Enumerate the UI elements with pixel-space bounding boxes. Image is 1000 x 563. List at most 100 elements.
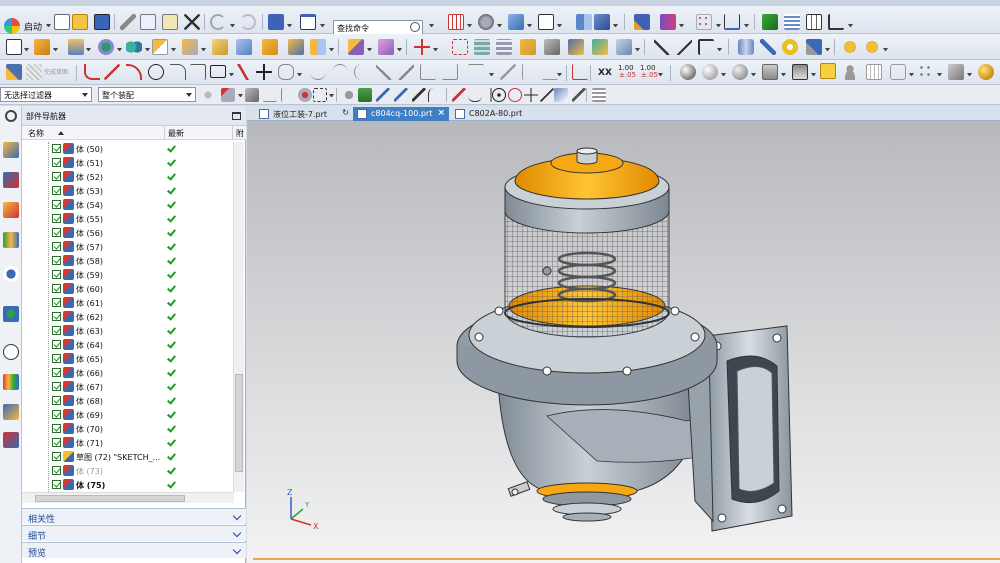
dots-icon[interactable] bbox=[918, 64, 934, 80]
snap-bounded-icon[interactable] bbox=[592, 88, 606, 102]
maximize-icon[interactable] bbox=[232, 112, 241, 120]
snap-pole-icon[interactable] bbox=[540, 88, 554, 102]
horizontal-scrollbar[interactable] bbox=[22, 492, 234, 503]
visibility-checkbox[interactable] bbox=[52, 312, 61, 321]
datum-icon[interactable] bbox=[68, 39, 84, 55]
close-icon[interactable]: × bbox=[437, 108, 445, 118]
offset-curve-icon[interactable] bbox=[278, 64, 294, 80]
blank-icon[interactable] bbox=[544, 39, 560, 55]
curve-rule-icon[interactable] bbox=[263, 88, 277, 102]
snap-endpoint-icon[interactable] bbox=[358, 88, 372, 102]
save-icon[interactable] bbox=[94, 14, 110, 30]
column-name[interactable]: 名称 bbox=[28, 128, 44, 139]
extend-curve-icon[interactable] bbox=[398, 64, 414, 80]
extract-curve-icon[interactable] bbox=[698, 39, 714, 55]
visibility-checkbox[interactable] bbox=[52, 214, 61, 223]
open-folder-icon[interactable] bbox=[72, 14, 88, 30]
tree-row[interactable]: 体 (73) bbox=[22, 464, 234, 478]
visibility-checkbox[interactable] bbox=[52, 438, 61, 447]
snap-on-curve-icon[interactable] bbox=[572, 88, 586, 102]
corner-icon[interactable] bbox=[420, 64, 436, 80]
vertical-scrollbar[interactable] bbox=[233, 142, 244, 492]
show-constraints-icon[interactable] bbox=[542, 64, 558, 80]
coins-stack-icon[interactable] bbox=[864, 39, 880, 55]
edge-blend-icon[interactable] bbox=[152, 39, 168, 55]
face-rule-icon[interactable] bbox=[281, 88, 295, 102]
draft-analysis-icon[interactable] bbox=[828, 14, 844, 30]
circle-icon[interactable] bbox=[148, 64, 164, 80]
background-icon[interactable] bbox=[538, 14, 554, 30]
reuse-library-icon[interactable] bbox=[3, 232, 19, 248]
move-object-icon[interactable] bbox=[414, 39, 430, 55]
grid-plane-icon[interactable] bbox=[866, 64, 882, 80]
visibility-checkbox[interactable] bbox=[52, 466, 61, 475]
visibility-checkbox[interactable] bbox=[52, 326, 61, 335]
tree-row[interactable]: 草图 (72) "SKETCH_... bbox=[22, 450, 234, 464]
chamfer-sketch-icon[interactable] bbox=[190, 64, 206, 80]
window-icon[interactable] bbox=[300, 14, 316, 30]
tree-row[interactable]: 体 (65) bbox=[22, 352, 234, 366]
tree-row[interactable]: 体 (64) bbox=[22, 338, 234, 352]
column-latest[interactable]: 最新 bbox=[168, 128, 184, 139]
graphics-viewport[interactable]: Z X Y bbox=[247, 121, 1000, 563]
orange-cap[interactable] bbox=[514, 147, 660, 200]
palette-icon[interactable] bbox=[3, 374, 19, 390]
render-style-icon[interactable] bbox=[478, 14, 494, 30]
cut-icon[interactable] bbox=[120, 14, 136, 30]
cylinder-icon[interactable] bbox=[738, 39, 754, 55]
delete-icon[interactable] bbox=[184, 14, 200, 30]
split-body-icon[interactable] bbox=[378, 39, 394, 55]
tree-row[interactable]: 体 (69) bbox=[22, 408, 234, 422]
fillet-icon[interactable] bbox=[170, 64, 186, 80]
make-corner-icon[interactable] bbox=[442, 64, 458, 80]
chamfer-icon[interactable] bbox=[182, 39, 198, 55]
finish-sketch-icon[interactable] bbox=[26, 64, 42, 80]
snap-intersection-icon[interactable] bbox=[428, 88, 442, 102]
tree-row[interactable]: 体 (60) bbox=[22, 282, 234, 296]
snap-circle-icon[interactable] bbox=[492, 88, 506, 102]
undo-icon[interactable] bbox=[210, 14, 226, 30]
invert-show-icon[interactable] bbox=[592, 39, 608, 55]
visibility-checkbox[interactable] bbox=[52, 228, 61, 237]
visibility-checkbox[interactable] bbox=[52, 452, 61, 461]
tab-file-1[interactable]: 液位工装-7.prt ↻ bbox=[255, 107, 353, 121]
selection-intent-icon[interactable] bbox=[298, 88, 312, 102]
hole-icon[interactable] bbox=[98, 39, 114, 55]
visibility-checkbox[interactable] bbox=[52, 200, 61, 209]
pen-icon[interactable] bbox=[760, 39, 776, 55]
visibility-checkbox[interactable] bbox=[52, 368, 61, 377]
panel-preview[interactable]: 预览 bbox=[22, 542, 246, 559]
tree-row[interactable]: 体 (61) bbox=[22, 296, 234, 310]
panel-details[interactable]: 细节 bbox=[22, 525, 246, 542]
deselect-icon[interactable] bbox=[245, 88, 259, 102]
start-button[interactable]: 启动 bbox=[4, 16, 48, 36]
snap-tangent-icon[interactable] bbox=[508, 88, 522, 102]
visibility-checkbox[interactable] bbox=[52, 480, 61, 489]
tree-row[interactable]: 体 (59) bbox=[22, 268, 234, 282]
tree-row[interactable]: 体 (63) bbox=[22, 324, 234, 338]
background-color-icon[interactable] bbox=[792, 64, 808, 80]
visibility-checkbox[interactable] bbox=[52, 144, 61, 153]
sketch-plane-icon[interactable] bbox=[6, 39, 22, 55]
cube-view-icon[interactable] bbox=[508, 14, 524, 30]
tree-row[interactable]: 体 (56) bbox=[22, 226, 234, 240]
offset-face-icon[interactable] bbox=[262, 39, 278, 55]
save-options-icon[interactable] bbox=[268, 14, 284, 30]
edit-object-icon[interactable] bbox=[616, 39, 632, 55]
tree-row[interactable]: 体 (62) bbox=[22, 310, 234, 324]
search-icon[interactable] bbox=[410, 22, 420, 32]
visibility-checkbox[interactable] bbox=[52, 396, 61, 405]
draft-icon[interactable] bbox=[236, 39, 252, 55]
snap-point-icon[interactable] bbox=[524, 88, 538, 102]
tree-row[interactable]: 体 (75) bbox=[22, 478, 234, 492]
visibility-checkbox[interactable] bbox=[52, 354, 61, 363]
snap-grid-icon[interactable] bbox=[448, 14, 464, 30]
tab-file-3[interactable]: C802A-80.prt bbox=[451, 107, 541, 121]
visibility-checkbox[interactable] bbox=[52, 158, 61, 167]
visibility-checkbox[interactable] bbox=[52, 242, 61, 251]
tree-row[interactable]: 体 (58) bbox=[22, 254, 234, 268]
sketch-mode-icon[interactable] bbox=[572, 64, 588, 80]
constraint-navigator-icon[interactable] bbox=[3, 172, 19, 188]
sketch-icon[interactable] bbox=[6, 64, 22, 80]
boolean-icon[interactable] bbox=[126, 39, 142, 55]
